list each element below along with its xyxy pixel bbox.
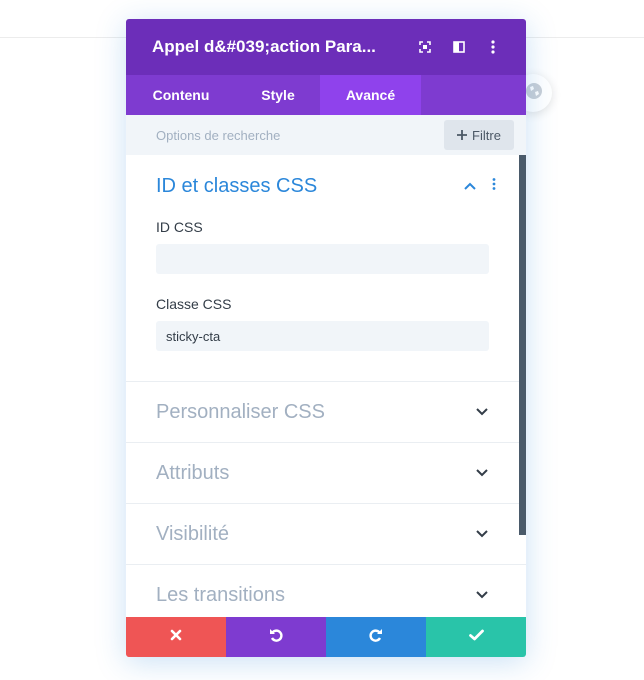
chevron-down-icon bbox=[476, 403, 488, 421]
section-title: Attributs bbox=[156, 461, 230, 484]
css-id-field[interactable] bbox=[156, 244, 489, 274]
tab-avance[interactable]: Avancé bbox=[320, 75, 421, 115]
module-settings-panel: Appel d&#039;action Para... Contenu Styl… bbox=[126, 19, 526, 657]
plus-icon bbox=[457, 128, 468, 143]
field-label-css-class: Classe CSS bbox=[156, 296, 232, 312]
section-title: Visibilité bbox=[156, 522, 229, 545]
section-id-css-classes: ID et classes CSS ID CSS Classe CSS bbox=[126, 155, 526, 382]
section-transitions[interactable]: Les transitions bbox=[126, 565, 526, 617]
section-visibility[interactable]: Visibilité bbox=[126, 504, 526, 565]
undo-button[interactable] bbox=[226, 617, 326, 657]
cancel-icon bbox=[170, 628, 182, 646]
action-footer bbox=[126, 617, 526, 657]
check-icon bbox=[468, 628, 484, 646]
field-label-css-id: ID CSS bbox=[156, 219, 203, 235]
scrollbar[interactable] bbox=[519, 155, 526, 535]
chevron-down-icon bbox=[476, 586, 488, 604]
section-attributes[interactable]: Attributs bbox=[126, 443, 526, 504]
search-bar: Options de recherche Filtre bbox=[126, 115, 526, 155]
settings-content: ID et classes CSS ID CSS Classe CSS stic… bbox=[126, 155, 526, 617]
css-class-field[interactable] bbox=[156, 321, 489, 351]
more-vertical-icon[interactable] bbox=[476, 32, 510, 62]
filter-label: Filtre bbox=[472, 127, 501, 143]
panel-header: Appel d&#039;action Para... bbox=[126, 19, 526, 75]
save-button[interactable] bbox=[426, 617, 526, 657]
tab-style[interactable]: Style bbox=[236, 75, 320, 115]
section-custom-css[interactable]: Personnaliser CSS bbox=[126, 382, 526, 443]
chevron-down-icon bbox=[476, 464, 488, 482]
cancel-button[interactable] bbox=[126, 617, 226, 657]
split-view-icon[interactable] bbox=[442, 32, 476, 62]
search-input[interactable]: Options de recherche bbox=[156, 128, 444, 143]
filter-button[interactable]: Filtre bbox=[444, 120, 514, 150]
redo-icon bbox=[368, 627, 384, 648]
tab-bar: Contenu Style Avancé bbox=[126, 75, 526, 115]
panel-title: Appel d&#039;action Para... bbox=[152, 37, 376, 56]
section-title[interactable]: ID et classes CSS bbox=[156, 175, 464, 198]
globe-icon bbox=[525, 82, 543, 105]
expand-icon[interactable] bbox=[408, 32, 442, 62]
section-title: Personnaliser CSS bbox=[156, 400, 325, 423]
undo-icon bbox=[268, 627, 284, 648]
tab-contenu[interactable]: Contenu bbox=[126, 75, 236, 115]
chevron-down-icon bbox=[476, 525, 488, 543]
redo-button[interactable] bbox=[326, 617, 426, 657]
chevron-up-icon[interactable] bbox=[464, 177, 476, 195]
more-vertical-icon[interactable] bbox=[492, 177, 496, 195]
section-title: Les transitions bbox=[156, 583, 285, 606]
